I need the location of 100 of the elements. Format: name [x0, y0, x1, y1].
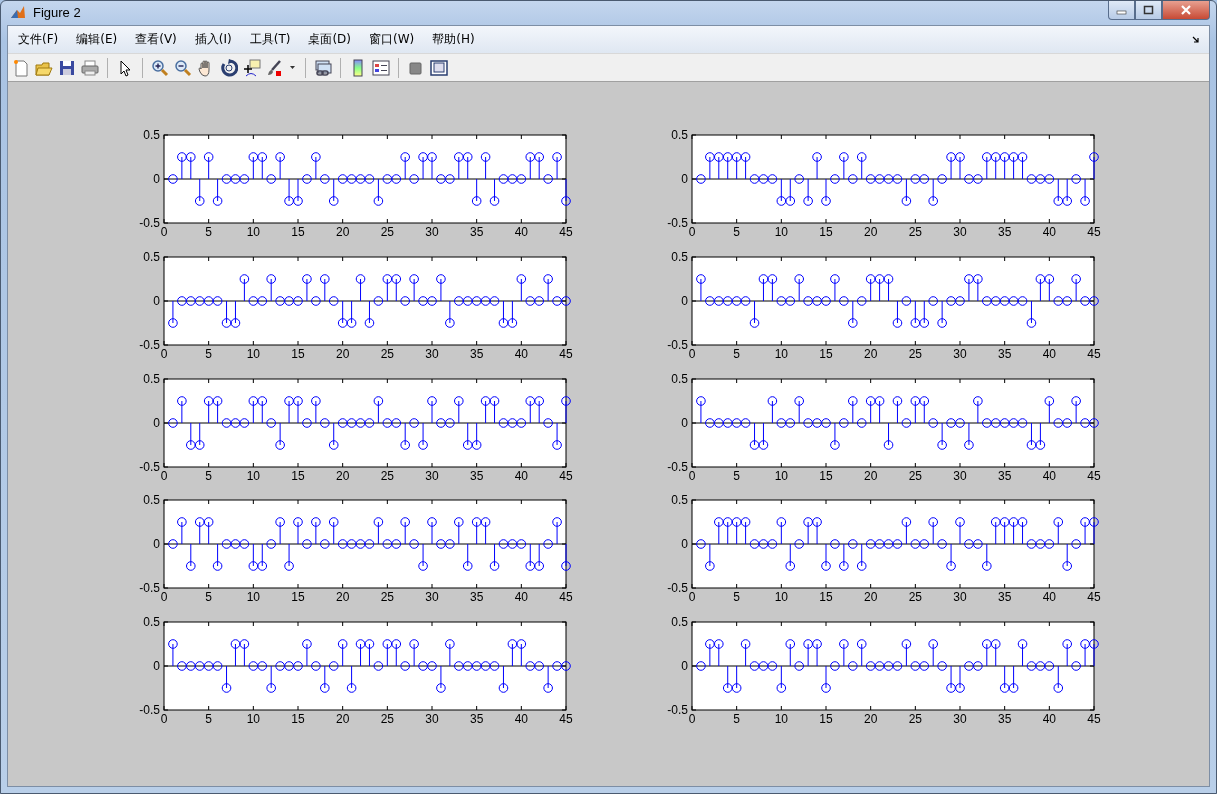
y-tick-label: 0 — [681, 659, 688, 673]
x-tick-label: 35 — [998, 712, 1012, 726]
y-tick-label: -0.5 — [139, 703, 160, 717]
x-tick-label: 10 — [246, 346, 260, 361]
rotate-icon[interactable] — [220, 58, 238, 77]
printer-icon[interactable] — [81, 58, 99, 77]
x-tick-label: 15 — [819, 712, 833, 726]
y-tick-label: 0 — [681, 172, 688, 186]
y-tick-label: 0.5 — [143, 128, 160, 142]
x-tick-label: 0 — [160, 712, 168, 726]
window-frame-icon[interactable] — [430, 58, 448, 77]
x-tick-label: 25 — [380, 590, 394, 605]
x-tick-label: 30 — [953, 346, 967, 361]
x-tick-label: 20 — [336, 225, 350, 239]
menu-item[interactable]: 插入(I) — [186, 28, 240, 51]
x-tick-label: 20 — [864, 225, 878, 239]
x-tick-label: 0 — [160, 346, 168, 361]
close-button[interactable] — [1162, 1, 1210, 20]
x-tick-label: 0 — [160, 468, 168, 483]
x-tick-label: 45 — [1087, 346, 1101, 361]
x-tick-label: 20 — [336, 346, 350, 361]
x-tick-label: 15 — [291, 468, 305, 483]
legend-icon[interactable] — [372, 58, 390, 77]
y-tick-label: 0.5 — [671, 493, 688, 508]
x-tick-label: 15 — [291, 590, 305, 605]
brush-icon[interactable] — [266, 58, 284, 77]
app-logo-icon — [9, 4, 27, 20]
menu-item[interactable]: 窗口(W) — [361, 28, 423, 51]
close-icon — [1180, 5, 1192, 15]
zoom-out-icon[interactable] — [174, 58, 192, 77]
maximize-button[interactable] — [1135, 1, 1162, 20]
x-tick-label: 30 — [425, 346, 439, 361]
x-tick-label: 10 — [246, 468, 260, 483]
x-tick-label: 5 — [205, 590, 212, 605]
x-tick-label: 20 — [336, 468, 350, 483]
y-tick-label: 0 — [153, 537, 160, 552]
menu-item[interactable]: 文件(F) — [10, 28, 67, 51]
x-tick-label: 25 — [908, 225, 922, 239]
x-tick-label: 45 — [559, 468, 573, 483]
save-icon[interactable] — [58, 58, 76, 77]
x-tick-label: 15 — [819, 468, 833, 483]
x-tick-label: 20 — [864, 590, 878, 605]
y-tick-label: 0.5 — [671, 615, 688, 629]
x-tick-label: 40 — [514, 468, 528, 483]
x-tick-label: 40 — [514, 225, 528, 239]
y-tick-label: 0 — [681, 415, 688, 430]
x-tick-label: 30 — [953, 468, 967, 483]
x-tick-label: 25 — [380, 468, 394, 483]
x-tick-label: 10 — [774, 712, 788, 726]
x-tick-label: 20 — [864, 712, 878, 726]
x-tick-label: 35 — [998, 468, 1012, 483]
x-tick-label: 45 — [559, 346, 573, 361]
y-tick-label: -0.5 — [139, 459, 160, 474]
dock-arrow-icon[interactable] — [1192, 35, 1200, 44]
x-tick-label: 35 — [470, 346, 484, 361]
y-tick-label: -0.5 — [667, 216, 688, 230]
x-tick-label: 5 — [205, 468, 212, 483]
menu-item[interactable]: 帮助(H) — [424, 28, 483, 51]
x-tick-label: 25 — [380, 225, 394, 239]
x-tick-label: 0 — [160, 590, 168, 605]
y-tick-label: 0 — [153, 659, 160, 673]
minimize-button[interactable] — [1108, 1, 1135, 20]
x-tick-label: 10 — [246, 225, 260, 239]
x-tick-label: 10 — [774, 590, 788, 605]
y-tick-label: -0.5 — [139, 581, 160, 596]
y-tick-label: -0.5 — [139, 337, 160, 352]
menu-item[interactable]: 查看(V) — [127, 28, 185, 51]
x-tick-label: 35 — [470, 225, 484, 239]
x-tick-label: 45 — [559, 712, 573, 726]
data-cursor-icon[interactable] — [243, 58, 261, 77]
menu-item[interactable]: 桌面(D) — [300, 28, 359, 51]
y-tick-label: 0.5 — [671, 371, 688, 386]
x-tick-label: 30 — [425, 225, 439, 239]
zoom-in-icon[interactable] — [151, 58, 169, 77]
x-tick-label: 30 — [953, 590, 967, 605]
x-tick-label: 5 — [733, 225, 740, 239]
x-tick-label: 30 — [953, 712, 967, 726]
y-tick-label: -0.5 — [667, 703, 688, 717]
x-tick-label: 40 — [1042, 712, 1056, 726]
x-tick-label: 15 — [819, 225, 833, 239]
x-tick-label: 30 — [425, 468, 439, 483]
x-tick-label: 40 — [514, 590, 528, 605]
x-tick-label: 5 — [733, 468, 740, 483]
y-tick-label: 0 — [681, 293, 688, 308]
x-tick-label: 5 — [205, 712, 212, 726]
caret-icon[interactable] — [289, 64, 297, 71]
x-tick-label: 25 — [380, 346, 394, 361]
menu-item[interactable]: 编辑(E) — [68, 28, 126, 51]
x-tick-label: 0 — [160, 225, 168, 239]
x-tick-label: 10 — [246, 590, 260, 605]
x-tick-label: 20 — [336, 590, 350, 605]
y-tick-label: -0.5 — [667, 337, 688, 352]
x-tick-label: 40 — [1042, 468, 1056, 483]
x-tick-label: 40 — [1042, 225, 1056, 239]
y-tick-label: 0.5 — [143, 493, 160, 508]
menu-item[interactable]: 工具(T) — [241, 28, 299, 51]
x-tick-label: 0 — [688, 468, 696, 483]
link-icon[interactable] — [314, 58, 332, 77]
x-tick-label: 35 — [470, 712, 484, 726]
x-tick-label: 5 — [733, 712, 740, 726]
